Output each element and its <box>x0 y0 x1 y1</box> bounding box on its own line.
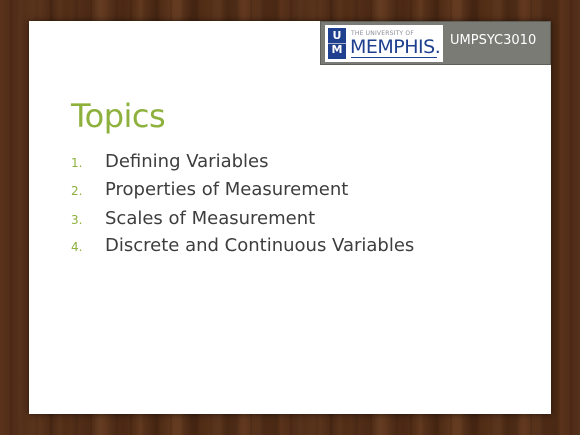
um-logo-icon: U M <box>328 28 346 59</box>
topic-number: 4. <box>71 240 83 254</box>
topic-number: 3. <box>71 213 83 227</box>
logo-big-text: MEMPHIS. <box>350 36 441 58</box>
slide-title: Topics <box>71 97 166 135</box>
slide: U M THE UNIVERSITY OF MEMPHIS. UMPSYC301… <box>29 21 551 414</box>
topic-number: 2. <box>71 184 83 198</box>
topic-text: Scales of Measurement <box>105 208 316 229</box>
topic-text: Properties of Measurement <box>105 179 349 200</box>
university-logo: U M THE UNIVERSITY OF MEMPHIS. <box>325 25 443 62</box>
logo-mark-u: U <box>332 29 342 42</box>
topic-text: Discrete and Continuous Variables <box>105 235 415 256</box>
topic-text: Defining Variables <box>105 151 269 172</box>
header-brand-box: U M THE UNIVERSITY OF MEMPHIS. UMPSYC301… <box>320 21 551 65</box>
logo-mark-m: M <box>331 43 343 56</box>
topic-number: 1. <box>71 156 83 170</box>
course-code: UMPSYC3010 <box>450 33 537 48</box>
logo-underline <box>351 57 437 58</box>
